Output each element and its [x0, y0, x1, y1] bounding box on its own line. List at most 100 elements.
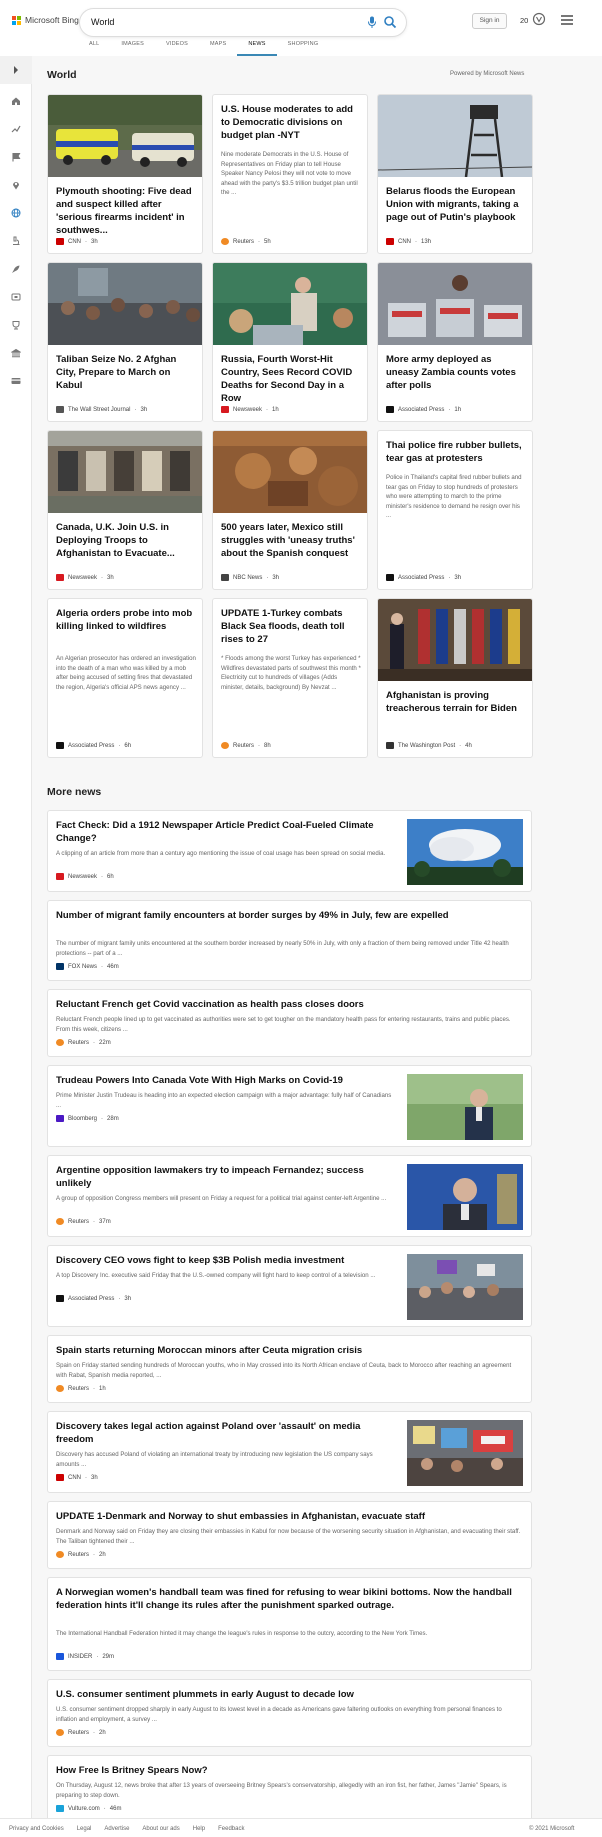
- card-headline[interactable]: Afghanistan is proving treacherous terra…: [386, 689, 526, 715]
- card-headline[interactable]: Taliban Seize No. 2 Afghan City, Prepare…: [56, 353, 196, 392]
- finance-icon[interactable]: [11, 348, 21, 358]
- news-source[interactable]: Associated Press · 6h: [56, 742, 131, 749]
- news-list-item[interactable]: Reluctant French get Covid vaccination a…: [47, 989, 532, 1057]
- flags-photo[interactable]: [378, 599, 533, 681]
- news-headline[interactable]: Reluctant French get Covid vaccination a…: [56, 998, 521, 1011]
- news-list-item[interactable]: Spain starts returning Moroccan minors a…: [47, 1335, 532, 1403]
- footer-link[interactable]: About our ads: [142, 1826, 179, 1832]
- home-icon[interactable]: [11, 96, 21, 106]
- news-source[interactable]: Newsweek · 1h: [221, 406, 279, 413]
- menu-hamburger-icon[interactable]: [561, 15, 573, 25]
- news-headline[interactable]: Number of migrant family encounters at b…: [56, 909, 521, 922]
- card-headline[interactable]: Algeria orders probe into mob killing li…: [56, 607, 196, 633]
- sign-in-button[interactable]: Sign in: [472, 13, 507, 29]
- news-headline[interactable]: UPDATE 1-Denmark and Norway to shut emba…: [56, 1510, 521, 1523]
- news-source[interactable]: Newsweek · 6h: [56, 873, 114, 880]
- news-headline[interactable]: Argentine opposition lawmakers try to im…: [56, 1164, 396, 1190]
- card-headline[interactable]: 500 years later, Mexico still struggles …: [221, 521, 361, 560]
- news-source[interactable]: Newsweek · 3h: [56, 574, 114, 581]
- flag-icon[interactable]: [11, 152, 21, 162]
- protest-photo[interactable]: [407, 1254, 523, 1320]
- news-source[interactable]: Associated Press · 1h: [386, 406, 461, 413]
- stop-signs-photo[interactable]: [407, 1420, 523, 1486]
- news-card[interactable]: Taliban Seize No. 2 Afghan City, Prepare…: [47, 262, 203, 422]
- tab-news[interactable]: NEWS: [237, 38, 277, 56]
- news-source[interactable]: Associated Press · 3h: [386, 574, 461, 581]
- rocket-icon[interactable]: [11, 264, 21, 274]
- trudeau-photo[interactable]: [407, 1074, 523, 1140]
- card-headline[interactable]: Plymouth shooting: Five dead and suspect…: [56, 185, 196, 237]
- news-card[interactable]: UPDATE 1-Turkey combats Black Sea floods…: [212, 598, 368, 758]
- location-pin-icon[interactable]: [11, 180, 21, 190]
- news-card[interactable]: Thai police fire rubber bullets, tear ga…: [377, 430, 533, 590]
- news-card[interactable]: Russia, Fourth Worst-Hit Country, Sees R…: [212, 262, 368, 422]
- news-source[interactable]: FOX News · 46m: [56, 963, 119, 970]
- news-list-item[interactable]: Discovery CEO vows fight to keep $3B Pol…: [47, 1245, 532, 1327]
- police-cars-photo[interactable]: [48, 95, 203, 177]
- footer-link[interactable]: Privacy and Cookies: [9, 1826, 64, 1832]
- entertainment-icon[interactable]: [11, 292, 21, 302]
- trending-icon[interactable]: [11, 124, 21, 134]
- search-icon[interactable]: [383, 15, 397, 29]
- news-source[interactable]: Reuters · 5h: [221, 238, 271, 245]
- tab-videos[interactable]: VIDEOS: [155, 38, 199, 56]
- ballot-boxes-photo[interactable]: [378, 263, 533, 345]
- news-headline[interactable]: U.S. consumer sentiment plummets in earl…: [56, 1688, 521, 1701]
- news-list-item[interactable]: How Free Is Britney Spears Now? On Thursd…: [47, 1755, 532, 1823]
- microscope-icon[interactable]: [11, 236, 21, 246]
- card-headline[interactable]: UPDATE 1-Turkey combats Black Sea floods…: [221, 607, 361, 646]
- news-source[interactable]: Reuters · 1h: [56, 1385, 106, 1392]
- news-card[interactable]: Plymouth shooting: Five dead and suspect…: [47, 94, 203, 254]
- smokestack-cloud-photo[interactable]: [407, 819, 523, 885]
- news-list-item[interactable]: Discovery takes legal action against Pol…: [47, 1411, 532, 1493]
- mural-wall-photo[interactable]: [48, 431, 203, 513]
- painting-photo[interactable]: [213, 431, 368, 513]
- card-headline[interactable]: Russia, Fourth Worst-Hit Country, Sees R…: [221, 353, 361, 405]
- tab-all[interactable]: ALL: [78, 38, 110, 56]
- fernandez-photo[interactable]: [407, 1164, 523, 1230]
- news-source[interactable]: NBC News · 3h: [221, 574, 279, 581]
- footer-link[interactable]: Advertise: [104, 1826, 129, 1832]
- news-headline[interactable]: Trudeau Powers Into Canada Vote With Hig…: [56, 1074, 396, 1087]
- news-source[interactable]: Reuters · 8h: [221, 742, 271, 749]
- news-card[interactable]: Canada, U.K. Join U.S. in Deploying Troo…: [47, 430, 203, 590]
- footer-link[interactable]: Legal: [77, 1826, 92, 1832]
- news-source[interactable]: CNN · 13h: [386, 238, 431, 245]
- sports-icon[interactable]: [11, 320, 21, 330]
- news-list-item[interactable]: A Norwegian women's handball team was fi…: [47, 1577, 532, 1671]
- news-card[interactable]: More army deployed as uneasy Zambia coun…: [377, 262, 533, 422]
- news-card[interactable]: Belarus floods the European Union with m…: [377, 94, 533, 254]
- search-box[interactable]: World: [80, 9, 406, 36]
- news-card[interactable]: U.S. House moderates to add to Democrati…: [212, 94, 368, 254]
- news-headline[interactable]: Fact Check: Did a 1912 Newspaper Article…: [56, 819, 396, 845]
- news-list-item[interactable]: Number of migrant family encounters at b…: [47, 900, 532, 981]
- card-headline[interactable]: More army deployed as uneasy Zambia coun…: [386, 353, 526, 392]
- news-list-item[interactable]: Argentine opposition lawmakers try to im…: [47, 1155, 532, 1237]
- news-source[interactable]: CNN · 3h: [56, 238, 98, 245]
- footer-link[interactable]: Help: [193, 1826, 205, 1832]
- news-source[interactable]: Reuters · 2h: [56, 1729, 106, 1736]
- news-headline[interactable]: Discovery CEO vows fight to keep $3B Pol…: [56, 1254, 396, 1267]
- card-headline[interactable]: Canada, U.K. Join U.S. in Deploying Troo…: [56, 521, 196, 560]
- globe-icon[interactable]: [11, 208, 21, 218]
- credit-card-icon[interactable]: [11, 376, 21, 386]
- card-headline[interactable]: U.S. House moderates to add to Democrati…: [221, 103, 361, 142]
- news-source[interactable]: Bloomberg · 28m: [56, 1115, 119, 1122]
- tab-shopping[interactable]: SHOPPING: [277, 38, 330, 56]
- news-source[interactable]: Reuters · 37m: [56, 1218, 111, 1225]
- news-source[interactable]: The Wall Street Journal · 3h: [56, 406, 147, 413]
- rewards-count[interactable]: 20: [520, 16, 528, 25]
- news-source[interactable]: INSIDER · 29m: [56, 1653, 114, 1660]
- news-source[interactable]: Associated Press · 3h: [56, 1295, 131, 1302]
- news-source[interactable]: Vulture.com · 46m: [56, 1805, 121, 1812]
- news-list-item[interactable]: Fact Check: Did a 1912 Newspaper Article…: [47, 810, 532, 892]
- classroom-photo[interactable]: [213, 263, 368, 345]
- news-list-item[interactable]: U.S. consumer sentiment plummets in earl…: [47, 1679, 532, 1747]
- chevron-right-icon[interactable]: [11, 65, 21, 75]
- news-source[interactable]: Reuters · 22m: [56, 1039, 111, 1046]
- search-input[interactable]: World: [91, 17, 114, 27]
- news-card[interactable]: Afghanistan is proving treacherous terra…: [377, 598, 533, 758]
- news-headline[interactable]: A Norwegian women's handball team was fi…: [56, 1586, 521, 1612]
- news-card[interactable]: 500 years later, Mexico still struggles …: [212, 430, 368, 590]
- news-headline[interactable]: Discovery takes legal action against Pol…: [56, 1420, 396, 1446]
